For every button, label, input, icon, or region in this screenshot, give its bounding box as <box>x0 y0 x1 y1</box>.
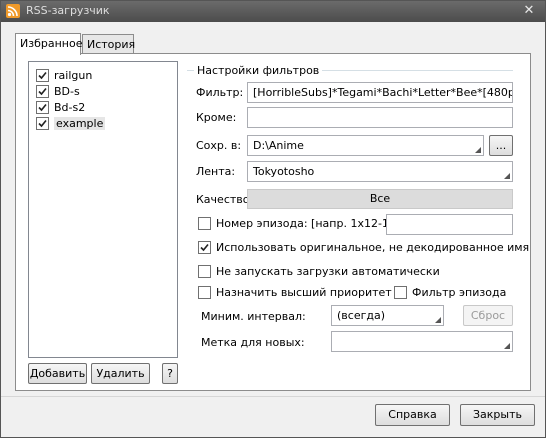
feed-label: example <box>54 116 106 130</box>
rss-icon <box>6 4 20 18</box>
add-button[interactable]: Добавить <box>28 363 87 384</box>
combo-grip-icon <box>504 173 510 179</box>
rss-downloader-window: RSS-загрузчик ✕ Избранное История railgu… <box>0 0 546 438</box>
tab-favorites[interactable]: Избранное <box>15 33 82 55</box>
combo-grip-icon <box>435 317 441 323</box>
episode-number-checkbox[interactable] <box>198 217 211 230</box>
feed-select-value: Tokyotosho <box>253 165 315 178</box>
episode-number-option[interactable]: Номер эпизода: [напр. 1x12-14] <box>198 217 400 230</box>
feed-checkbox[interactable] <box>36 100 49 114</box>
feed-label-text: Лента: <box>196 165 236 178</box>
remove-button[interactable]: Удалить <box>91 363 150 384</box>
check-icon <box>38 119 47 127</box>
title-bar: RSS-загрузчик ✕ <box>1 1 545 22</box>
feed-list[interactable]: railgun BD-s Bd-s2 example <box>28 61 178 358</box>
help-question-button[interactable]: ? <box>162 363 178 384</box>
filter-input[interactable]: [HorribleSubs]*Tegami*Bachi*Letter*Bee*[… <box>247 82 513 103</box>
save-path-combo[interactable]: D:\Anime <box>247 135 484 156</box>
browse-button[interactable]: ... <box>489 135 513 156</box>
high-priority-option[interactable]: Назначить высший приоритет <box>198 286 392 299</box>
feed-label: railgun <box>54 68 93 82</box>
high-priority-label: Назначить высший приоритет <box>216 286 392 299</box>
close-icon[interactable]: ✕ <box>521 3 537 19</box>
no-autostart-checkbox[interactable] <box>198 265 211 278</box>
no-autostart-label: Не запускать загрузки автоматически <box>216 265 440 278</box>
window-title: RSS-загрузчик <box>26 4 110 17</box>
list-item[interactable]: Bd-s2 <box>36 99 85 115</box>
except-label: Кроме: <box>196 111 237 124</box>
high-priority-checkbox[interactable] <box>198 286 211 299</box>
filter-label: Фильтр: <box>196 86 244 99</box>
check-icon <box>38 87 47 95</box>
list-item[interactable]: BD-s <box>36 83 80 99</box>
check-icon <box>200 243 209 252</box>
combo-grip-icon <box>504 343 510 349</box>
quality-button[interactable]: Все <box>247 189 513 209</box>
feed-checkbox[interactable] <box>36 116 49 130</box>
feed-checkbox[interactable] <box>36 84 49 98</box>
feed-label: BD-s <box>54 84 80 98</box>
save-to-label: Сохр. в: <box>196 139 242 152</box>
episode-number-input[interactable] <box>386 214 513 235</box>
use-original-name-label: Использовать оригинальное, не декодирова… <box>216 241 530 254</box>
feed-checkbox[interactable] <box>36 68 49 82</box>
feed-select[interactable]: Tokyotosho <box>247 161 513 182</box>
episode-filter-label: Фильтр эпизода <box>412 286 507 299</box>
except-input[interactable] <box>247 107 513 128</box>
episode-filter-checkbox[interactable] <box>394 286 407 299</box>
list-item[interactable]: railgun <box>36 67 92 83</box>
list-item[interactable]: example <box>36 115 106 131</box>
use-original-name-option[interactable]: Использовать оригинальное, не декодирова… <box>198 241 529 254</box>
combo-grip-icon <box>475 147 481 153</box>
no-autostart-option[interactable]: Не запускать загрузки автоматически <box>198 265 440 278</box>
save-path-value: D:\Anime <box>253 139 304 152</box>
filter-settings-title: Настройки фильтров <box>194 64 323 77</box>
min-interval-label: Миним. интервал: <box>201 310 306 323</box>
new-label-select[interactable] <box>331 331 513 352</box>
quality-label: Качество <box>196 193 250 206</box>
check-icon <box>38 71 47 79</box>
feed-label: Bd-s2 <box>54 100 86 114</box>
close-button[interactable]: Закрыть <box>460 404 535 426</box>
tab-history[interactable]: История <box>82 34 135 55</box>
help-button[interactable]: Справка <box>375 404 450 426</box>
use-original-name-checkbox[interactable] <box>198 241 211 254</box>
check-icon <box>38 103 47 111</box>
new-label-label: Метка для новых: <box>201 336 305 349</box>
footer-divider <box>1 396 545 397</box>
episode-filter-option[interactable]: Фильтр эпизода <box>394 286 506 299</box>
min-interval-value: (всегда) <box>337 309 386 322</box>
episode-number-label: Номер эпизода: [напр. 1x12-14] <box>216 217 401 230</box>
min-interval-select[interactable]: (всегда) <box>331 305 444 326</box>
reset-button[interactable]: Сброс <box>463 305 513 326</box>
